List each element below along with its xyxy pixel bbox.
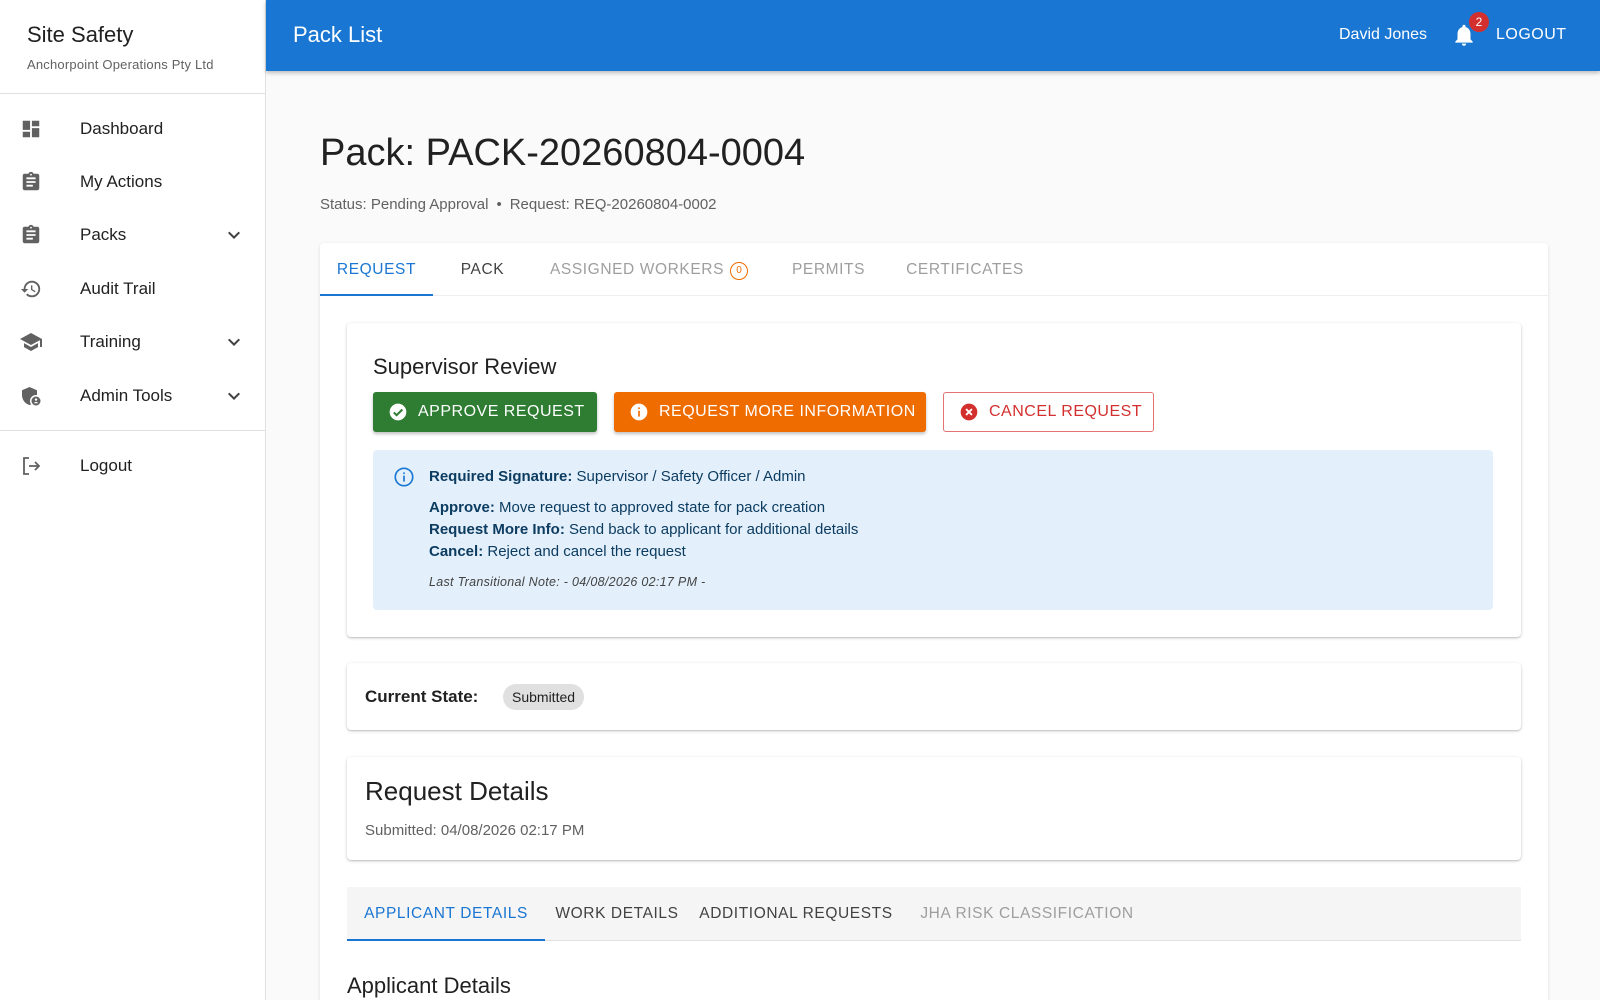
more-info-line: Request More Info: Send back to applican… [429, 521, 858, 538]
sidebar-item-label: Admin Tools [80, 385, 173, 405]
app-bar-title: Pack List [293, 22, 383, 47]
sidebar-item-label: Logout [80, 456, 132, 476]
brand-title: Site Safety [27, 22, 134, 47]
tab-label: APPLICANT DETAILS [364, 905, 528, 922]
sidebar-item-my-actions[interactable]: My Actions [0, 155, 265, 208]
check-circle-icon [388, 402, 408, 422]
sidebar-item-training[interactable]: Training [0, 316, 265, 369]
tab-label: PACK [460, 261, 505, 278]
request-id-text: Request: REQ-20260804-0002 [509, 196, 717, 213]
transitional-note: Last Transitional Note: - 04/08/2026 02:… [429, 575, 706, 589]
logout-icon [19, 454, 43, 478]
signature-value: Supervisor / Safety Officer / Admin [576, 468, 806, 485]
cancel-request-button[interactable]: CANCEL REQUEST [943, 392, 1154, 432]
notification-badge: 2 [1469, 12, 1489, 32]
tab-work-details[interactable]: WORK DETAILS [545, 887, 689, 941]
sidebar-item-packs[interactable]: Packs [0, 209, 265, 262]
approve-line: Approve: Move request to approved state … [429, 499, 825, 516]
signature-line: Required Signature: Supervisor / Safety … [429, 468, 806, 485]
sidebar-item-dashboard[interactable]: Dashboard [0, 102, 265, 155]
approve-desc-label: Approve: [429, 499, 495, 516]
signature-info-box: Required Signature: Supervisor / Safety … [373, 450, 1493, 610]
info-outline-icon [393, 466, 415, 488]
signature-label: Required Signature: [429, 468, 573, 485]
clipboard-icon [19, 223, 43, 247]
tab-certificates[interactable]: CERTIFICATES [892, 243, 1038, 296]
cancel-circle-icon [959, 402, 979, 422]
approve-request-label: APPROVE REQUEST [418, 403, 585, 420]
tab-label: ASSIGNED WORKERS [549, 261, 725, 278]
sidebar-item-label: My Actions [80, 172, 163, 192]
tab-pack[interactable]: PACK [445, 243, 520, 296]
pack-tabs: REQUEST PACK ASSIGNED WORKERS 0 PERMITS C… [320, 243, 1548, 296]
more-info-desc-label: Request More Info: [429, 521, 565, 538]
sidebar-item-audit-trail[interactable]: Audit Trail [0, 262, 265, 315]
clipboard-icon [19, 170, 43, 194]
brand: Site Safety Anchorpoint Operations Pty L… [0, 0, 265, 94]
tab-label: WORK DETAILS [555, 905, 679, 922]
user-name: David Jones [1339, 26, 1428, 43]
status-badge: Submitted [503, 684, 585, 710]
request-more-info-button[interactable]: REQUEST MORE INFORMATION [614, 392, 926, 432]
request-sub-tabs: APPLICANT DETAILS WORK DETAILS ADDITIONA… [347, 887, 1521, 941]
request-more-info-label: REQUEST MORE INFORMATION [659, 403, 916, 420]
tab-label: REQUEST [336, 261, 417, 278]
tab-additional-requests[interactable]: ADDITIONAL REQUESTS [689, 887, 903, 941]
workers-count-badge: 0 [730, 262, 749, 280]
tab-permits[interactable]: PERMITS [776, 243, 881, 296]
tab-label: JHA RISK CLASSIFICATION [920, 905, 1134, 922]
meta-separator: • [496, 196, 502, 213]
chevron-down-icon[interactable] [222, 384, 246, 408]
sidebar-nav: Dashboard My Actions Packs Audit Trail T… [0, 94, 265, 493]
dashboard-icon [19, 117, 43, 141]
cancel-request-label: CANCEL REQUEST [989, 403, 1143, 420]
graduation-cap-icon [19, 330, 43, 354]
sidebar: Site Safety Anchorpoint Operations Pty L… [0, 0, 266, 1000]
page-meta: Status: Pending Approval • Request: REQ-20… [320, 196, 717, 213]
cancel-line: Cancel: Reject and cancel the request [429, 543, 686, 560]
sidebar-item-label: Dashboard [80, 118, 164, 138]
brand-subtitle: Anchorpoint Operations Pty Ltd [27, 57, 214, 72]
tab-label: CERTIFICATES [906, 261, 1024, 278]
tab-label: ADDITIONAL REQUESTS [699, 905, 893, 922]
tab-applicant-details[interactable]: APPLICANT DETAILS [347, 887, 545, 941]
app-bar: Pack List David Jones 2 LOGOUT [266, 0, 1600, 71]
applicant-details-title: Applicant Details [347, 973, 511, 998]
sidebar-item-admin-tools[interactable]: Admin Tools [0, 369, 265, 422]
info-circle-icon [629, 402, 649, 422]
cancel-desc-label: Cancel: [429, 543, 484, 560]
current-state-label: Current State: [365, 687, 479, 706]
sidebar-item-label: Packs [80, 225, 127, 245]
tab-request[interactable]: REQUEST [320, 243, 433, 296]
approve-desc-value: Move request to approved state for pack … [499, 499, 826, 516]
tab-assigned-workers[interactable]: ASSIGNED WORKERS 0 [538, 243, 760, 296]
submitted-date: Submitted: 04/08/2026 02:17 PM [365, 822, 585, 839]
sidebar-divider [0, 430, 265, 432]
more-info-desc-value: Send back to applicant for additional de… [569, 521, 859, 538]
sidebar-item-logout[interactable]: Logout [0, 439, 265, 492]
status-text: Status: Pending Approval [320, 196, 489, 213]
history-icon [19, 277, 43, 301]
supervisor-review-title: Supervisor Review [373, 354, 557, 379]
request-details-title: Request Details [365, 776, 549, 806]
admin-shield-icon [19, 384, 43, 408]
cancel-desc-value: Reject and cancel the request [487, 543, 686, 560]
tab-label: PERMITS [791, 261, 866, 278]
tab-jha-risk-classification[interactable]: JHA RISK CLASSIFICATION [903, 887, 1151, 941]
approve-request-button[interactable]: APPROVE REQUEST [373, 392, 597, 432]
sidebar-item-label: Training [80, 332, 141, 352]
sidebar-item-label: Audit Trail [80, 278, 156, 298]
logout-button[interactable]: LOGOUT [1496, 26, 1567, 44]
chevron-down-icon[interactable] [222, 223, 246, 247]
page-title: Pack: PACK-20260804-0004 [320, 132, 806, 174]
request-details-card [347, 757, 1521, 860]
chevron-down-icon[interactable] [222, 330, 246, 354]
